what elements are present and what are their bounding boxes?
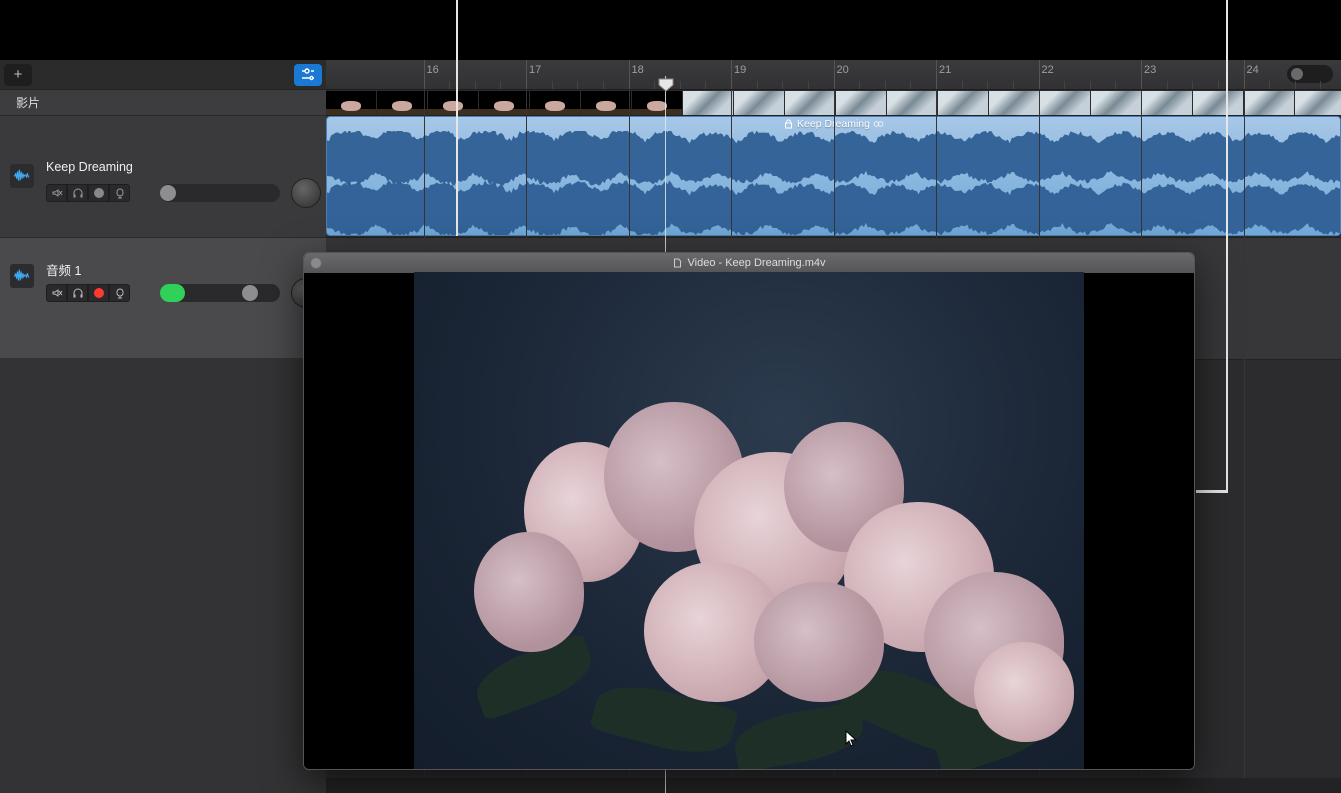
cycle-corner <box>1196 490 1228 493</box>
slider-knob[interactable] <box>160 185 176 201</box>
video-thumbnail[interactable] <box>479 91 529 115</box>
video-thumbnail[interactable] <box>632 91 682 115</box>
pan-knob[interactable] <box>291 178 321 208</box>
track-name-label: 音频 1 <box>46 260 81 279</box>
ruler-number: 20 <box>837 64 849 76</box>
document-icon <box>673 258 683 268</box>
video-thumbnail[interactable] <box>938 91 988 115</box>
lock-icon <box>783 119 793 129</box>
video-thumbnail[interactable] <box>785 91 835 115</box>
track-controls <box>46 284 130 302</box>
volume-slider[interactable] <box>160 284 280 302</box>
video-thumbnail[interactable] <box>530 91 580 115</box>
video-preview-window[interactable]: Video - Keep Dreaming.m4v <box>303 252 1195 770</box>
track-header-empty-area <box>0 358 326 793</box>
filter-button[interactable] <box>294 64 322 86</box>
track-header-column: + 影片 Keep Dreaming 音频 1 <box>0 60 326 360</box>
video-thumbnail[interactable] <box>1295 91 1341 115</box>
video-thumbnail[interactable] <box>326 91 376 115</box>
video-window-titlebar[interactable]: Video - Keep Dreaming.m4v <box>304 253 1194 273</box>
slider-knob[interactable] <box>242 285 258 301</box>
volume-slider[interactable] <box>160 184 280 202</box>
video-thumbnail[interactable] <box>1193 91 1243 115</box>
ruler-number: 17 <box>529 64 541 76</box>
video-window-title-text: Video - Keep Dreaming.m4v <box>688 257 826 269</box>
mute-button[interactable] <box>46 184 67 202</box>
top-black-area <box>0 0 1341 60</box>
input-monitor-button[interactable] <box>109 284 130 302</box>
loop-icon <box>874 119 884 129</box>
horizontal-scrollbar[interactable] <box>326 778 1341 793</box>
movie-track-header[interactable]: 影片 <box>0 90 326 116</box>
video-thumbnail[interactable] <box>836 91 886 115</box>
ruler-number: 22 <box>1042 64 1054 76</box>
playhead-handle[interactable] <box>658 78 674 92</box>
record-enable-button[interactable] <box>88 284 109 302</box>
ruler-number: 18 <box>632 64 644 76</box>
mouse-cursor <box>845 730 859 751</box>
movie-track-label: 影片 <box>16 94 40 111</box>
video-thumbnail[interactable] <box>428 91 478 115</box>
level-indicator <box>160 284 185 302</box>
track-header-audio-1[interactable]: 音频 1 <box>0 238 326 360</box>
ruler[interactable]: 16 17 18 19 20 21 22 23 24 <box>326 60 1341 90</box>
video-thumbnail[interactable] <box>1142 91 1192 115</box>
track-toolbar: + <box>0 60 326 90</box>
video-frame <box>414 272 1084 770</box>
video-thumbnail[interactable] <box>377 91 427 115</box>
close-button[interactable] <box>310 257 322 269</box>
track-controls <box>46 184 130 202</box>
add-track-button[interactable]: + <box>4 64 32 86</box>
video-thumbnail[interactable] <box>1091 91 1141 115</box>
track-header-keep-dreaming[interactable]: Keep Dreaming <box>0 116 326 238</box>
video-thumbnail[interactable] <box>734 91 784 115</box>
video-thumbnail[interactable] <box>1040 91 1090 115</box>
ruler-number: 23 <box>1144 64 1156 76</box>
video-thumbnail[interactable] <box>989 91 1039 115</box>
headphone-button[interactable] <box>67 284 88 302</box>
video-thumbnail[interactable] <box>683 91 733 115</box>
video-frame-area <box>304 273 1194 769</box>
track-name-label: Keep Dreaming <box>46 160 133 174</box>
video-thumbnail[interactable] <box>1244 91 1294 115</box>
video-thumbnail[interactable] <box>887 91 937 115</box>
record-enable-button[interactable] <box>88 184 109 202</box>
video-window-title: Video - Keep Dreaming.m4v <box>673 257 826 269</box>
cycle-end-marker[interactable] <box>1226 0 1228 493</box>
cycle-start-marker[interactable] <box>456 0 458 236</box>
headphone-button[interactable] <box>67 184 88 202</box>
mute-button[interactable] <box>46 284 67 302</box>
filter-icon <box>300 68 316 82</box>
ruler-number: 24 <box>1247 64 1259 76</box>
video-thumbnail[interactable] <box>581 91 631 115</box>
ruler-number: 16 <box>427 64 439 76</box>
audio-icon <box>10 264 34 288</box>
audio-icon <box>10 164 34 188</box>
input-monitor-button[interactable] <box>109 184 130 202</box>
ruler-number: 19 <box>734 64 746 76</box>
ruler-number: 21 <box>939 64 951 76</box>
zoom-knob[interactable] <box>1291 68 1303 80</box>
